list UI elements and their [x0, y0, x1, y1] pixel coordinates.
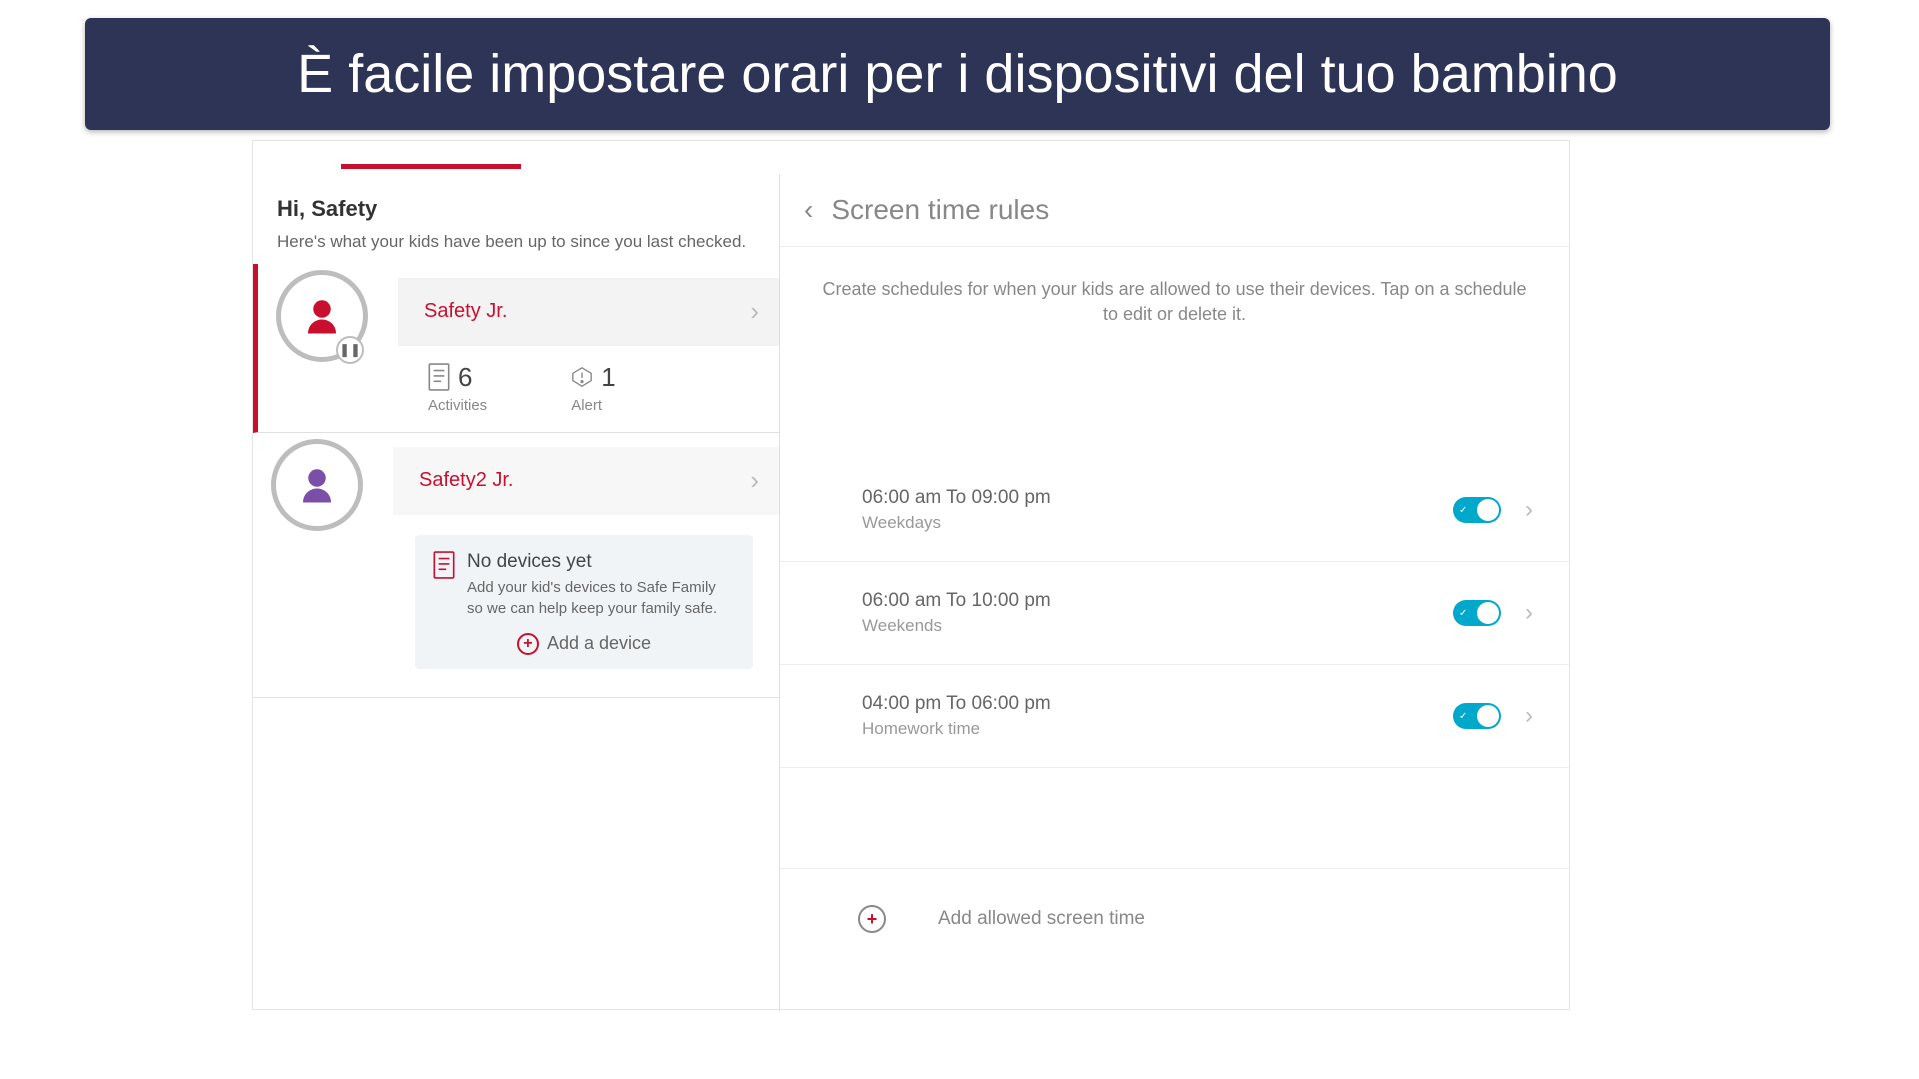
schedule-item[interactable]: 06:00 am To 10:00 pm Weekends › — [780, 562, 1569, 665]
schedule-time: 06:00 am To 09:00 pm — [862, 487, 1453, 509]
no-devices-title: No devices yet — [467, 551, 735, 573]
add-screen-time-label: Add allowed screen time — [938, 908, 1145, 930]
back-button[interactable]: ‹ — [804, 194, 813, 226]
device-icon — [433, 551, 455, 579]
schedule-toggle[interactable] — [1453, 703, 1501, 729]
child-card[interactable]: Safety2 Jr. › No devices yet Add your ki… — [253, 433, 779, 698]
schedule-item[interactable]: 04:00 pm To 06:00 pm Homework time › — [780, 665, 1569, 768]
alert-stat[interactable]: 1 Alert — [571, 362, 615, 414]
schedule-info: 04:00 pm To 06:00 pm Homework time — [862, 693, 1453, 739]
greeting-block: Hi, Safety Here's what your kids have be… — [253, 174, 779, 264]
person-icon — [301, 295, 343, 337]
chevron-right-icon: › — [1525, 496, 1533, 524]
alert-icon — [571, 363, 593, 391]
pause-icon: ❚❚ — [336, 336, 364, 364]
greeting-subtitle: Here's what your kids have been up to si… — [277, 230, 755, 254]
chevron-right-icon: › — [750, 465, 759, 496]
activities-stat[interactable]: 6 Activities — [428, 362, 487, 414]
child-card-active[interactable]: ❚❚ Safety Jr. › 6 Activities 1 — [253, 264, 779, 433]
stats-row: 6 Activities 1 Alert — [428, 362, 779, 414]
person-icon — [296, 464, 338, 506]
alert-label: Alert — [571, 397, 602, 414]
child-row[interactable]: Safety2 Jr. › — [393, 447, 779, 515]
schedule-toggle[interactable] — [1453, 600, 1501, 626]
schedule-list: 06:00 am To 09:00 pm Weekdays › 06:00 am… — [780, 459, 1569, 768]
alert-count: 1 — [601, 362, 615, 393]
add-device-label: Add a device — [547, 633, 651, 654]
no-devices-card: No devices yet Add your kid's devices to… — [415, 535, 753, 669]
schedule-item[interactable]: 06:00 am To 09:00 pm Weekdays › — [780, 459, 1569, 562]
list-icon — [428, 363, 450, 391]
sidebar: Hi, Safety Here's what your kids have be… — [253, 174, 780, 1011]
schedule-info: 06:00 am To 09:00 pm Weekdays — [862, 487, 1453, 533]
schedule-toggle[interactable] — [1453, 497, 1501, 523]
child-name: Safety2 Jr. — [419, 469, 750, 492]
active-tab-indicator — [341, 164, 521, 169]
no-devices-sub: Add your kid's devices to Safe Family so… — [467, 577, 735, 619]
banner-text: È facile impostare orari per i dispositi… — [297, 43, 1618, 105]
chevron-right-icon: › — [1525, 599, 1533, 627]
activities-count: 6 — [458, 362, 472, 393]
schedule-time: 04:00 pm To 06:00 pm — [862, 693, 1453, 715]
chevron-right-icon: › — [750, 296, 759, 327]
child-name: Safety Jr. — [424, 300, 750, 323]
main-panel: ‹ Screen time rules Create schedules for… — [780, 174, 1569, 1011]
schedule-label: Weekdays — [862, 513, 1453, 533]
page-title: Screen time rules — [831, 194, 1049, 226]
app-frame: Hi, Safety Here's what your kids have be… — [252, 140, 1570, 1010]
main-header: ‹ Screen time rules — [780, 174, 1569, 247]
child-row[interactable]: Safety Jr. › — [398, 278, 779, 346]
plus-icon: + — [858, 905, 886, 933]
avatar — [271, 439, 363, 531]
add-screen-time-button[interactable]: + Add allowed screen time — [780, 868, 1569, 943]
greeting-title: Hi, Safety — [277, 196, 755, 222]
page-description: Create schedules for when your kids are … — [780, 247, 1569, 349]
schedule-label: Homework time — [862, 719, 1453, 739]
promo-banner: È facile impostare orari per i dispositi… — [85, 18, 1830, 130]
schedule-time: 06:00 am To 10:00 pm — [862, 590, 1453, 612]
plus-icon: + — [517, 633, 539, 655]
add-device-button[interactable]: + Add a device — [433, 633, 735, 655]
chevron-right-icon: › — [1525, 702, 1533, 730]
schedule-info: 06:00 am To 10:00 pm Weekends — [862, 590, 1453, 636]
activities-label: Activities — [428, 397, 487, 414]
schedule-label: Weekends — [862, 616, 1453, 636]
